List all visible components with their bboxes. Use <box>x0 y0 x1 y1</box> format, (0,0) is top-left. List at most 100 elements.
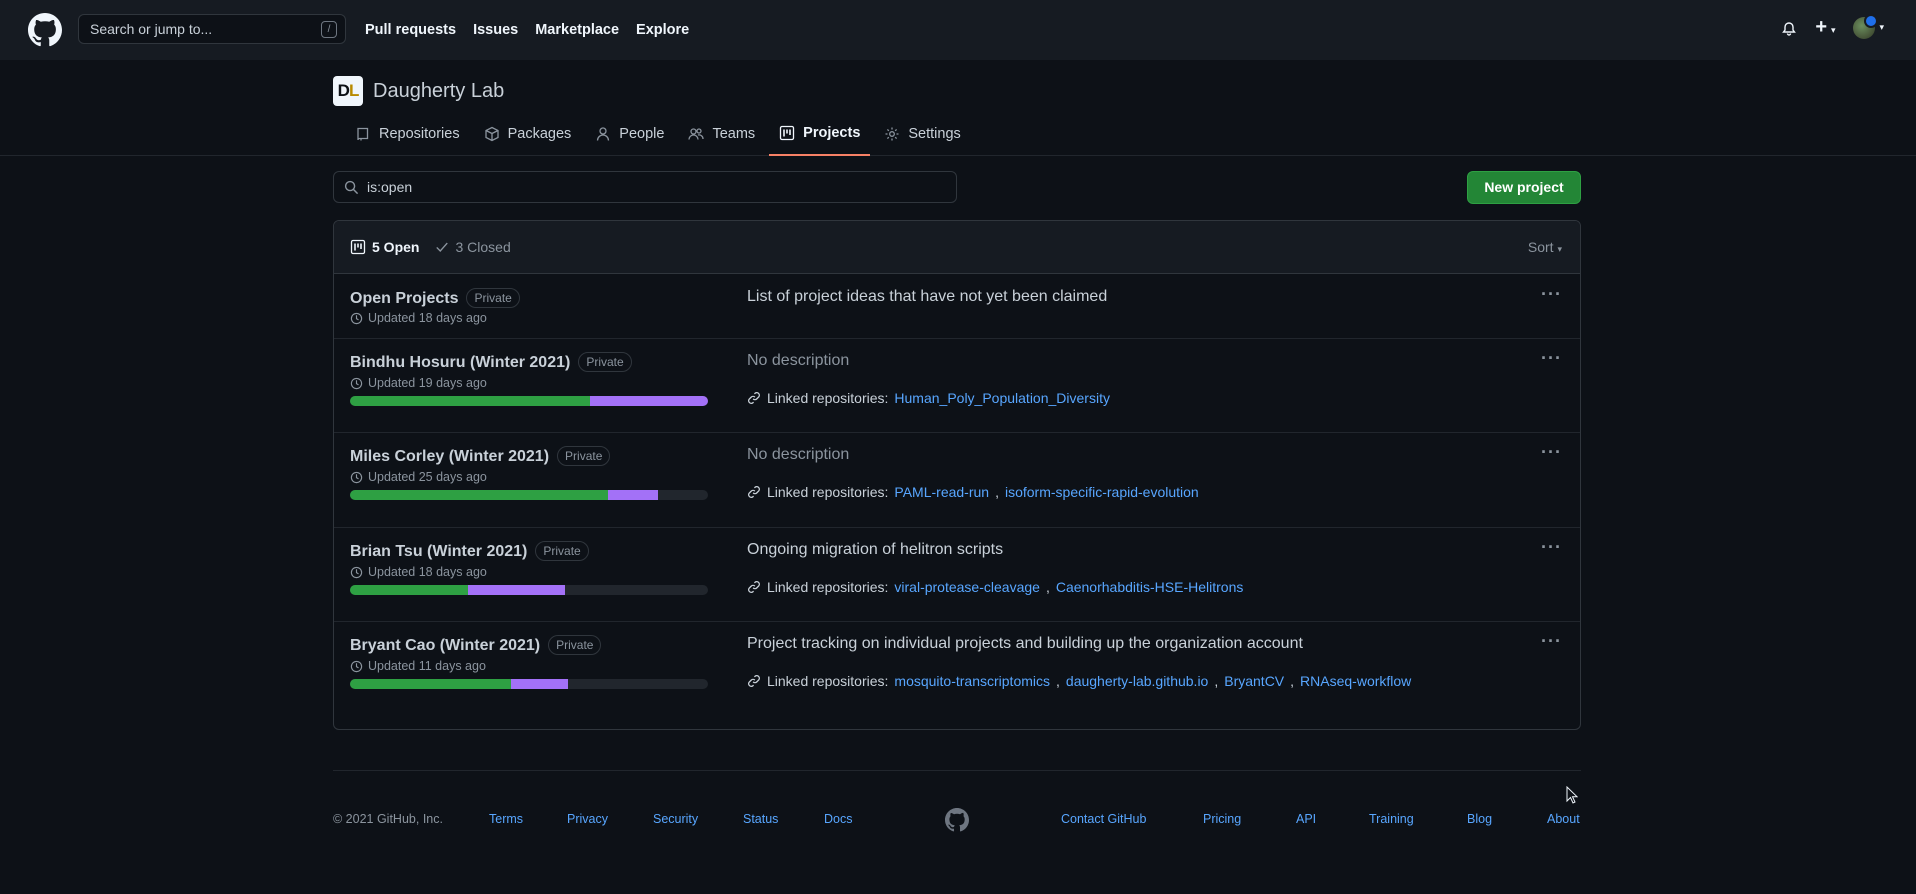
project-filter <box>333 171 957 203</box>
tab-projects[interactable]: Projects <box>769 112 871 156</box>
footer: © 2021 GitHub, Inc. Terms Privacy Securi… <box>333 808 1581 832</box>
linked-repositories: Linked repositories: mosquito-transcript… <box>747 673 1411 689</box>
linked-repositories: Linked repositories: PAML-read-run, isof… <box>747 484 1199 500</box>
project-progress-bar <box>350 679 708 689</box>
projects-list: 5 Open 3 Closed Sort ▾ Open Projects Priv… <box>333 220 1581 730</box>
project-search-input[interactable] <box>367 179 927 195</box>
nav-pull-requests[interactable]: Pull requests <box>365 22 456 38</box>
footer-link-docs[interactable]: Docs <box>824 812 852 826</box>
linked-repositories: Linked repositories: viral-protease-clea… <box>747 579 1243 595</box>
footer-link-status[interactable]: Status <box>743 812 778 826</box>
open-projects-filter[interactable]: 5 Open <box>350 239 419 255</box>
progress-in-progress-segment <box>511 679 569 689</box>
linked-repo-link[interactable]: viral-protease-cleavage <box>894 579 1040 595</box>
footer-link-api[interactable]: API <box>1296 812 1316 826</box>
footer-link-security[interactable]: Security <box>653 812 698 826</box>
tab-packages[interactable]: Packages <box>474 112 582 156</box>
chevron-down-icon: ▾ <box>1830 25 1836 35</box>
clock-icon <box>350 566 363 578</box>
footer-link-privacy[interactable]: Privacy <box>567 812 608 826</box>
sort-dropdown[interactable]: Sort ▾ <box>1528 239 1562 255</box>
bell-icon[interactable] <box>1781 20 1797 36</box>
top-nav: Pull requests Issues Marketplace Explore <box>365 0 689 60</box>
footer-link-terms[interactable]: Terms <box>489 812 523 826</box>
project-title[interactable]: Bindhu Hosuru (Winter 2021) <box>350 354 570 371</box>
check-icon <box>436 242 449 252</box>
project-progress-bar <box>350 585 708 595</box>
kebab-icon[interactable]: ··· <box>1541 284 1562 305</box>
tab-teams[interactable]: Teams <box>678 112 765 156</box>
nav-marketplace[interactable]: Marketplace <box>535 22 619 38</box>
nav-issues[interactable]: Issues <box>473 22 518 38</box>
project-row: Brian Tsu (Winter 2021) Private Updated 1… <box>334 528 1580 622</box>
person-icon <box>597 127 610 141</box>
project-title[interactable]: Brian Tsu (Winter 2021) <box>350 543 527 560</box>
footer-link-training[interactable]: Training <box>1369 812 1414 826</box>
clock-icon <box>350 377 363 389</box>
projects-list-header: 5 Open 3 Closed Sort ▾ <box>334 221 1580 274</box>
chevron-down-icon: ▾ <box>1879 22 1884 32</box>
progress-done-segment <box>350 585 469 595</box>
people-icon <box>688 128 705 140</box>
updated-time: Updated 18 days ago <box>368 311 487 325</box>
linked-repo-link[interactable]: Human_Poly_Population_Diversity <box>894 390 1110 406</box>
top-header: Search or jump to... / Pull requests Iss… <box>0 0 1916 60</box>
kebab-icon[interactable]: ··· <box>1541 631 1562 652</box>
github-mark-icon[interactable] <box>945 808 969 832</box>
project-row: Bindhu Hosuru (Winter 2021) Private Updat… <box>334 339 1580 433</box>
private-badge: Private <box>578 352 632 372</box>
closed-projects-filter[interactable]: 3 Closed <box>435 239 511 255</box>
footer-link-contact[interactable]: Contact GitHub <box>1061 812 1146 826</box>
kebab-icon[interactable]: ··· <box>1541 537 1562 558</box>
project-icon <box>780 125 795 141</box>
tab-people[interactable]: People <box>585 112 674 156</box>
footer-link-blog[interactable]: Blog <box>1467 812 1492 826</box>
progress-done-segment <box>350 490 608 500</box>
plus-icon: + <box>1815 16 1828 38</box>
linked-repo-link[interactable]: PAML-read-run <box>894 484 989 500</box>
project-row: Bryant Cao (Winter 2021) Private Updated … <box>334 622 1580 716</box>
kebab-icon[interactable]: ··· <box>1541 442 1562 463</box>
linked-repo-link[interactable]: isoform-specific-rapid-evolution <box>1005 484 1199 500</box>
gear-icon <box>885 127 899 141</box>
project-progress-bar <box>350 490 708 500</box>
user-menu-button[interactable]: ▾ <box>1853 13 1884 39</box>
updated-time: Updated 19 days ago <box>368 376 487 390</box>
kebab-icon[interactable]: ··· <box>1541 348 1562 369</box>
linked-repo-link[interactable]: BryantCV <box>1224 673 1284 689</box>
private-badge: Private <box>466 288 520 308</box>
clock-icon <box>350 471 363 483</box>
link-icon <box>748 675 760 687</box>
private-badge: Private <box>535 541 589 561</box>
progress-done-segment <box>350 679 512 689</box>
project-description: No description <box>747 446 850 463</box>
footer-link-about[interactable]: About <box>1547 812 1580 826</box>
project-title[interactable]: Bryant Cao (Winter 2021) <box>350 637 540 654</box>
project-title[interactable]: Miles Corley (Winter 2021) <box>350 448 549 465</box>
nav-explore[interactable]: Explore <box>636 22 689 38</box>
tab-settings[interactable]: Settings <box>874 112 970 156</box>
linked-label: Linked repositories: <box>767 673 889 689</box>
org-logo[interactable]: DL <box>333 76 363 106</box>
project-description: Project tracking on individual projects … <box>747 635 1303 652</box>
header-actions: + ▾ ▾ <box>1781 13 1884 39</box>
github-logo-icon[interactable] <box>28 13 62 47</box>
linked-repo-link[interactable]: RNAseq-workflow <box>1300 673 1411 689</box>
clock-icon <box>350 312 363 324</box>
project-progress-bar <box>350 396 708 406</box>
footer-link-pricing[interactable]: Pricing <box>1203 812 1241 826</box>
footer-divider <box>333 770 1581 771</box>
project-row: Miles Corley (Winter 2021) Private Update… <box>334 433 1580 528</box>
linked-repo-link[interactable]: Caenorhabditis-HSE-Helitrons <box>1056 579 1244 595</box>
updated-time: Updated 25 days ago <box>368 470 487 484</box>
footer-copyright: © 2021 GitHub, Inc. <box>333 812 443 826</box>
linked-repo-link[interactable]: daugherty-lab.github.io <box>1066 673 1208 689</box>
org-name[interactable]: Daugherty Lab <box>373 80 504 103</box>
tab-repositories[interactable]: Repositories <box>345 112 470 156</box>
create-new-button[interactable]: + ▾ <box>1815 16 1835 39</box>
project-row: Open Projects Private Updated 18 days ago… <box>334 274 1580 339</box>
linked-repo-link[interactable]: mosquito-transcriptomics <box>894 673 1050 689</box>
new-project-button[interactable]: New project <box>1467 171 1581 204</box>
project-title[interactable]: Open Projects <box>350 290 458 307</box>
global-search-input[interactable]: Search or jump to... / <box>78 14 346 44</box>
